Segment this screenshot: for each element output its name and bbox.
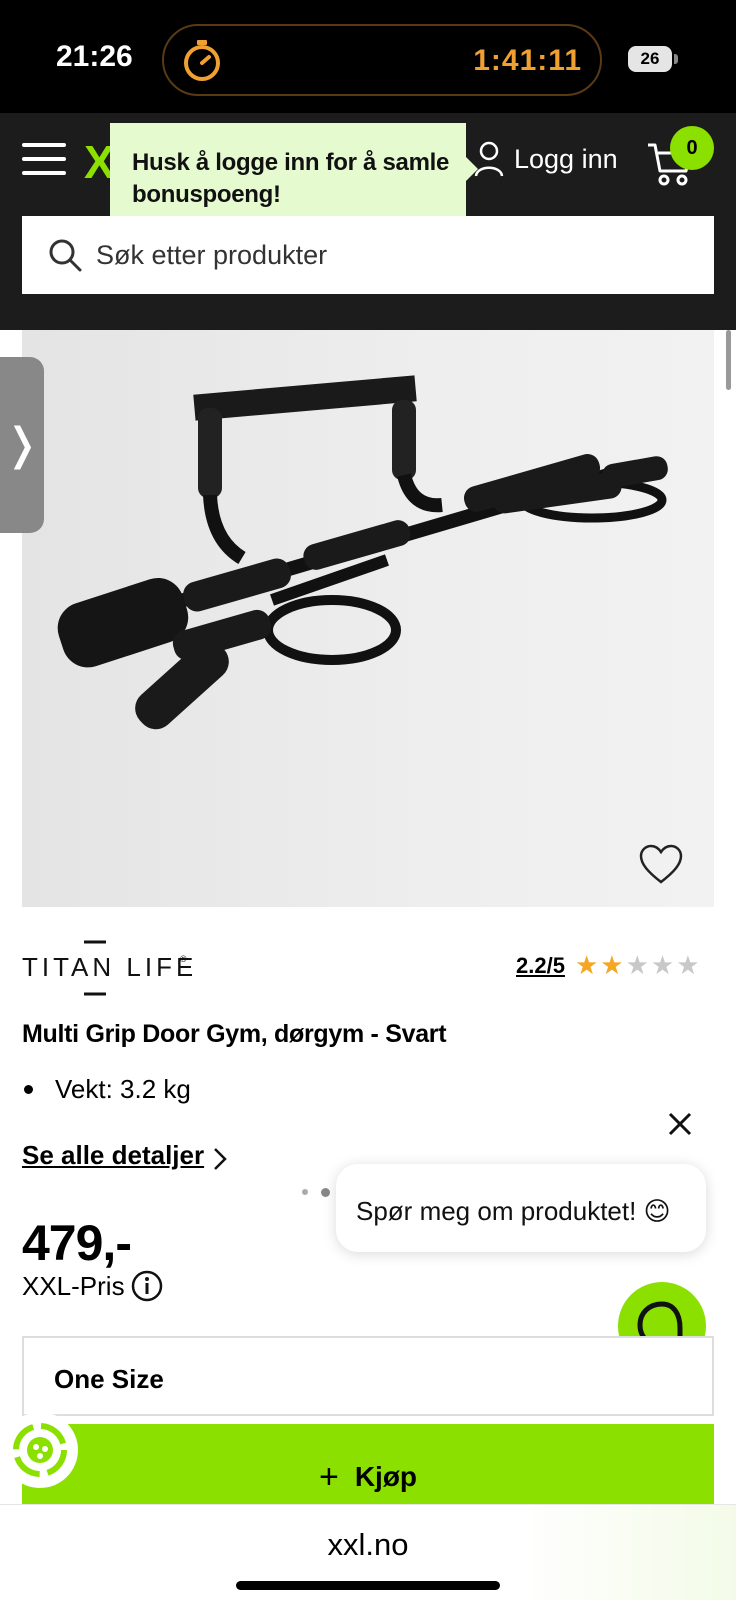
star-filled-icon: ★ (600, 950, 624, 980)
menu-icon[interactable] (22, 143, 66, 177)
search-icon (49, 239, 82, 272)
scrollbar[interactable] (726, 330, 731, 390)
spec-text: Vekt: 3.2 kg (55, 1074, 191, 1104)
timer-pill[interactable]: 1:41:11 (162, 24, 602, 96)
home-indicator[interactable] (236, 1581, 500, 1590)
timer-text: 1:41:11 (473, 44, 582, 77)
search-box[interactable] (22, 216, 714, 294)
search-input[interactable] (96, 239, 656, 271)
chat-prompt-bubble[interactable]: Spør meg om produktet! 😊 (336, 1164, 706, 1252)
brand-name: TITAN LIFE (22, 952, 192, 982)
star-filled-icon: ★ (574, 950, 599, 980)
close-icon[interactable] (666, 1110, 694, 1138)
floating-widget-button[interactable] (2, 1412, 78, 1488)
gallery-dot[interactable] (302, 1189, 308, 1195)
bullet (24, 1085, 33, 1094)
star-empty-icon: ★ (625, 950, 649, 980)
product-price: 479,- (22, 1215, 132, 1271)
cart-count-badge: 0 (670, 126, 714, 170)
rating-text[interactable]: 2.2/5 (516, 953, 565, 979)
info-icon[interactable] (131, 1270, 163, 1302)
widget-icon (10, 1420, 70, 1480)
user-icon (474, 141, 504, 177)
url-text[interactable]: xxl.no (0, 1527, 736, 1563)
product-image-gallery[interactable] (22, 330, 714, 1200)
battery-tip (674, 54, 678, 64)
plus-icon: + (318, 1457, 339, 1496)
side-panel-tab[interactable]: ❭ (0, 357, 44, 533)
titan-life-logo[interactable]: TITAN LIFE ® (22, 940, 192, 996)
login-tooltip-text: Husk å logge inn for å samle bonuspoeng! (132, 149, 450, 208)
product-image (57, 375, 668, 730)
status-bar: 21:26 1:41:11 26 (0, 0, 736, 113)
size-selector[interactable]: One Size (22, 1336, 714, 1416)
gallery-dot[interactable] (321, 1187, 330, 1197)
heart-icon[interactable] (638, 843, 684, 885)
chevron-right-icon[interactable] (212, 1146, 228, 1172)
login-label: Logg inn (514, 143, 618, 174)
spec-item: Vekt: 3.2 kg (22, 1074, 191, 1105)
star-empty-icon: ★ (676, 950, 700, 980)
price-label: XXL-Pris (22, 1270, 163, 1302)
rating-stars: ★★★★★ (573, 950, 700, 981)
svg-text:®: ® (180, 954, 187, 964)
product-title: Multi Grip Door Gym, dørgym - Svart (22, 1020, 447, 1048)
product-rating[interactable]: 2.2/5 ★★★★★ (516, 950, 700, 981)
stopwatch-icon (184, 40, 220, 81)
see-all-details-link[interactable]: Se alle detaljer (22, 1140, 204, 1171)
browser-address-bar[interactable]: xxl.no (0, 1504, 736, 1600)
star-empty-icon: ★ (650, 950, 675, 980)
status-time: 21:26 (56, 40, 133, 73)
price-label-text: XXL-Pris (22, 1270, 125, 1301)
login-button[interactable]: Logg inn (474, 139, 618, 179)
site-header: X Husk å logge inn for å samle bonuspoen… (0, 113, 736, 330)
buy-label: Kjøp (354, 1461, 418, 1492)
battery-icon: 26 (628, 46, 672, 72)
